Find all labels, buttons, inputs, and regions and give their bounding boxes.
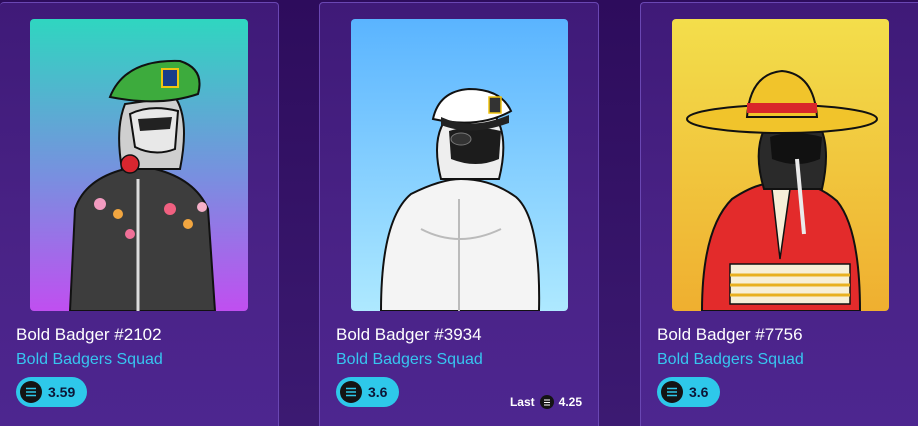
nft-grid: Bold Badger #2102 Bold Badgers Squad 3.5… <box>0 0 918 426</box>
nft-artwork[interactable] <box>672 19 889 311</box>
price-value: 3.59 <box>48 384 76 400</box>
price-badge[interactable]: 3.6 <box>657 377 721 407</box>
nft-artwork[interactable] <box>30 19 248 311</box>
price-badge[interactable]: 3.59 <box>16 377 88 407</box>
price-badge[interactable]: 3.6 <box>336 377 400 407</box>
collection-link[interactable]: Bold Badgers Squad <box>657 351 804 369</box>
collection-link[interactable]: Bold Badgers Squad <box>16 351 163 369</box>
nft-card[interactable]: Bold Badger #3934 Bold Badgers Squad 3.6… <box>319 2 599 426</box>
nft-title[interactable]: Bold Badger #3934 <box>336 325 482 345</box>
solana-icon <box>661 381 683 403</box>
price-value: 3.6 <box>689 384 709 400</box>
last-sale-price: 4.25 <box>558 395 582 409</box>
last-sale-label: Last <box>509 395 535 409</box>
solana-icon <box>539 395 554 409</box>
price-value: 3.6 <box>368 384 388 400</box>
nft-title[interactable]: Bold Badger #7756 <box>657 325 803 345</box>
solana-icon <box>20 381 42 403</box>
collection-link[interactable]: Bold Badgers Squad <box>336 351 483 369</box>
last-sale: Last 4.25 <box>510 395 582 409</box>
nft-card[interactable]: Bold Badger #7756 Bold Badgers Squad 3.6 <box>640 2 918 426</box>
nft-title[interactable]: Bold Badger #2102 <box>16 325 162 345</box>
nft-artwork[interactable] <box>351 19 568 311</box>
nft-card[interactable]: Bold Badger #2102 Bold Badgers Squad 3.5… <box>0 2 279 426</box>
solana-icon <box>340 381 362 403</box>
